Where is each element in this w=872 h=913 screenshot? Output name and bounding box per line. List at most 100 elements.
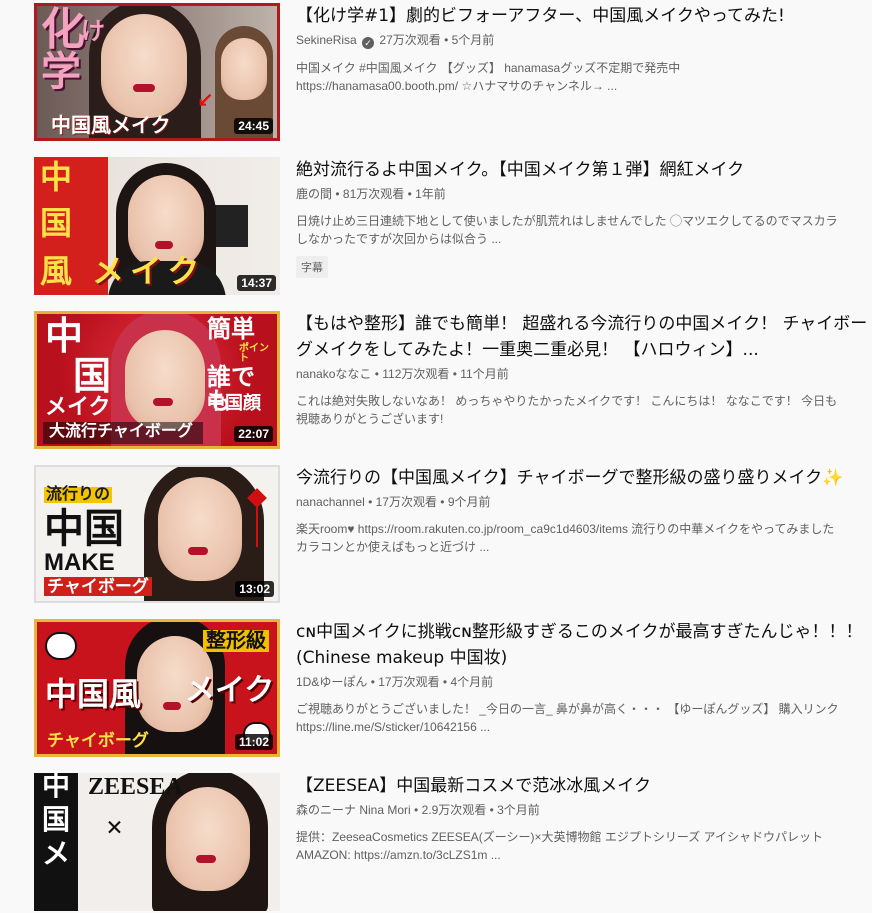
thumb-text: 流行りの bbox=[44, 486, 113, 503]
desc-line: これは絶対失敗しないなあ！ めっちゃやりたかったメイクです！ こんにちは！ なな… bbox=[296, 394, 838, 408]
desc-line: AMAZON: https://amzn.to/3cLZS1m ... bbox=[296, 848, 501, 862]
upload-age: 4个月前 bbox=[450, 675, 494, 689]
video-title[interactable]: 絶対流行るよ中国メイク。【中国メイク第１弾】網紅メイク bbox=[296, 157, 872, 183]
channel-name[interactable]: 森のニーナ Nina Mori bbox=[296, 803, 411, 817]
knot-tassel bbox=[256, 507, 258, 547]
video-result[interactable]: 化 け 学 中国風メイク ↙ 24:45 【化け学#1】劇的ビフォーアフター、中… bbox=[34, 3, 872, 143]
video-meta: 森のニーナ Nina Mori • 2.9万次观看 • 3个月前 bbox=[296, 803, 540, 817]
upload-age: 1年前 bbox=[415, 187, 446, 201]
desc-line: 楽天room♥ https://room.rakuten.co.jp/room_… bbox=[296, 522, 835, 536]
thumb-text: 整形級 bbox=[203, 630, 269, 652]
video-description: 日焼け止め三日連続下地として使いましたが肌荒れはしませんでした ◯マツエクしてる… bbox=[296, 212, 872, 248]
video-description: ご視聴ありがとうございました！ _今日の一言_ 鼻が鼻が高く・・・ 【ゆーぽんグ… bbox=[296, 700, 872, 736]
arrow-icon: ↙ bbox=[197, 88, 214, 112]
desc-line: カラコンとか使えばもっと近づけ ... bbox=[296, 540, 490, 554]
video-title[interactable]: 【もはや整形】誰でも簡単！ 超盛れる今流行りの中国メイク！ チャイボーグメイクを… bbox=[296, 311, 872, 363]
thumb-text: ポイント bbox=[239, 343, 269, 364]
view-count: 17万次观看 bbox=[378, 675, 440, 689]
video-title[interactable]: 【ZEESEA】中国最新コスメで范冰冰風メイク bbox=[296, 773, 872, 799]
view-count: 17万次观看 bbox=[375, 495, 437, 509]
video-thumbnail[interactable]: 中 国 風 メイク 14:37 bbox=[34, 157, 280, 295]
video-title[interactable]: 【化け学#1】劇的ビフォーアフター、中国風メイクやってみた! bbox=[296, 3, 872, 29]
channel-name[interactable]: nanachannel bbox=[296, 495, 365, 509]
video-meta: nanakoななこ • 112万次观看 • 11个月前 bbox=[296, 367, 509, 381]
thumb-text: MAKE bbox=[44, 549, 115, 576]
verified-icon: ✓ bbox=[362, 37, 375, 49]
video-result[interactable]: 中 国 メイク 簡単 ポイント 誰でも 中国顔 大流行チャイボーグ 22:07 … bbox=[34, 311, 872, 451]
video-info: 今流行りの【中国風メイク】チャイボーグで整形級の盛り盛りメイク✨ nanacha… bbox=[296, 465, 872, 556]
video-duration: 22:07 bbox=[234, 426, 273, 442]
video-description: これは絶対失敗しないなあ！ めっちゃやりたかったメイクです！ こんにちは！ なな… bbox=[296, 392, 872, 428]
video-meta: 1D&ゆーぽん • 17万次观看 • 4个月前 bbox=[296, 675, 494, 689]
thumb-text: 学 bbox=[41, 49, 81, 94]
thumb-text: 中国風 bbox=[45, 676, 142, 712]
upload-age: 9个月前 bbox=[447, 495, 491, 509]
channel-name[interactable]: nanakoななこ bbox=[296, 367, 371, 381]
thumb-text: メイク bbox=[45, 394, 111, 419]
desc-line: しなかったですが次回からは似合う ... bbox=[296, 232, 502, 246]
desc-line: https://hanamasa00.booth.pm/ ☆ハナマサのチャンネル… bbox=[296, 79, 618, 93]
video-info: 【ZEESEA】中国最新コスメで范冰冰風メイク 森のニーナ Nina Mori … bbox=[296, 773, 872, 864]
video-title[interactable]: 今流行りの【中国風メイク】チャイボーグで整形級の盛り盛りメイク✨ bbox=[296, 465, 872, 491]
thumb-text: チャイボーグ bbox=[44, 577, 152, 596]
thumb-text: 中 bbox=[40, 159, 73, 195]
video-description: 楽天room♥ https://room.rakuten.co.jp/room_… bbox=[296, 520, 872, 556]
channel-name[interactable]: 1D&ゆーぽん bbox=[296, 675, 367, 689]
thumb-text: 中国風メイク bbox=[51, 115, 171, 137]
video-info: 【化け学#1】劇的ビフォーアフター、中国風メイクやってみた! SekineRis… bbox=[296, 3, 872, 95]
thumb-text: 化 bbox=[41, 5, 85, 54]
channel-name[interactable]: SekineRisa bbox=[296, 33, 357, 47]
upload-age: 5个月前 bbox=[451, 33, 495, 47]
video-meta: 鹿の間 • 81万次观看 • 1年前 bbox=[296, 187, 446, 201]
thumb-text: 中 bbox=[42, 773, 71, 802]
thumb-text: 簡単 bbox=[207, 317, 255, 343]
desc-line: ご視聴ありがとうございました！ _今日の一言_ 鼻が鼻が高く・・・ 【ゆーぽんグ… bbox=[296, 702, 839, 716]
video-result[interactable]: 中 国 風 メイク 14:37 絶対流行るよ中国メイク。【中国メイク第１弾】網紅… bbox=[34, 157, 872, 297]
video-thumbnail[interactable]: 中 国 メ ZEESEA × bbox=[34, 773, 280, 911]
view-count: 112万次观看 bbox=[382, 367, 450, 381]
view-count: 27万次观看 bbox=[379, 33, 441, 47]
video-description: 提供：ZeeseaCosmetics ZEESEA(ズーシー)×大英博物館 エジ… bbox=[296, 828, 872, 864]
video-title[interactable]: ᴄɴ中国メイクに挑戦ᴄɴ整形級すぎるこのメイクが最高すぎたんじゃ！！！ (Chi… bbox=[296, 619, 872, 671]
video-info: 絶対流行るよ中国メイク。【中国メイク第１弾】網紅メイク 鹿の間 • 81万次观看… bbox=[296, 157, 872, 278]
thumb-text: 大流行チャイボーグ bbox=[49, 423, 193, 440]
desc-line: 視聴ありがとうございます! bbox=[296, 412, 444, 426]
thumb-text: メイク bbox=[185, 674, 275, 707]
upload-age: 3个月前 bbox=[497, 803, 540, 817]
video-info: ᴄɴ中国メイクに挑戦ᴄɴ整形級すぎるこのメイクが最高すぎたんじゃ！！！ (Chi… bbox=[296, 619, 872, 736]
video-result[interactable]: 流行りの 中国 MAKE チャイボーグ 13:02 今流行りの【中国風メイク】チ… bbox=[34, 465, 872, 605]
upload-age: 11个月前 bbox=[460, 367, 509, 381]
thumb-text: × bbox=[106, 811, 124, 844]
video-duration: 14:37 bbox=[237, 275, 276, 291]
video-thumbnail[interactable]: 流行りの 中国 MAKE チャイボーグ 13:02 bbox=[34, 465, 280, 603]
thumb-text: 中国 bbox=[44, 506, 124, 551]
thumb-text: 中 bbox=[45, 316, 84, 358]
video-result[interactable]: 整形級 中国風 メイク チャイボーグ 11:02 ᴄɴ中国メイクに挑戦ᴄɴ整形級… bbox=[34, 619, 872, 759]
video-thumbnail[interactable]: 化 け 学 中国風メイク ↙ 24:45 bbox=[34, 3, 280, 141]
view-count: 2.9万次观看 bbox=[421, 803, 487, 817]
thumb-text: 国 bbox=[73, 356, 112, 398]
desc-line: 提供：ZeeseaCosmetics ZEESEA(ズーシー)×大英博物館 エジ… bbox=[296, 830, 823, 844]
video-duration: 11:02 bbox=[234, 734, 273, 750]
video-result[interactable]: 中 国 メ ZEESEA × 【ZEESEA】中国最新コスメで范冰冰風メイク 森… bbox=[34, 773, 872, 913]
view-count: 81万次观看 bbox=[342, 187, 405, 201]
thumb-text: メ bbox=[42, 839, 71, 870]
thumb-text: 風 bbox=[40, 253, 73, 289]
thumb-text: メイク bbox=[92, 253, 206, 289]
video-description: 中国メイク #中国風メイク 【グッズ】 hanamasaグッズ不定期で発売中 h… bbox=[296, 59, 872, 95]
thumb-text: 中国顔 bbox=[207, 393, 261, 413]
thumb-text: チャイボーグ bbox=[47, 731, 149, 750]
panda-icon bbox=[45, 632, 77, 660]
thumb-text: ZEESEA bbox=[88, 774, 183, 800]
video-duration: 24:45 bbox=[234, 118, 273, 134]
video-duration: 13:02 bbox=[235, 581, 274, 597]
video-thumbnail[interactable]: 中 国 メイク 簡単 ポイント 誰でも 中国顔 大流行チャイボーグ 22:07 bbox=[34, 311, 280, 449]
desc-line: 日焼け止め三日連続下地として使いましたが肌荒れはしませんでした ◯マツエクしてる… bbox=[296, 214, 838, 228]
thumb-text: 国 bbox=[40, 205, 73, 241]
channel-name[interactable]: 鹿の間 bbox=[296, 187, 332, 201]
desc-line: 中国メイク #中国風メイク 【グッズ】 hanamasaグッズ不定期で発売中 bbox=[296, 61, 681, 75]
video-info: 【もはや整形】誰でも簡単！ 超盛れる今流行りの中国メイク！ チャイボーグメイクを… bbox=[296, 311, 872, 428]
thumb-text: 国 bbox=[42, 805, 71, 836]
video-meta: SekineRisa ✓ 27万次观看 • 5个月前 bbox=[296, 33, 495, 49]
video-thumbnail[interactable]: 整形級 中国風 メイク チャイボーグ 11:02 bbox=[34, 619, 280, 757]
